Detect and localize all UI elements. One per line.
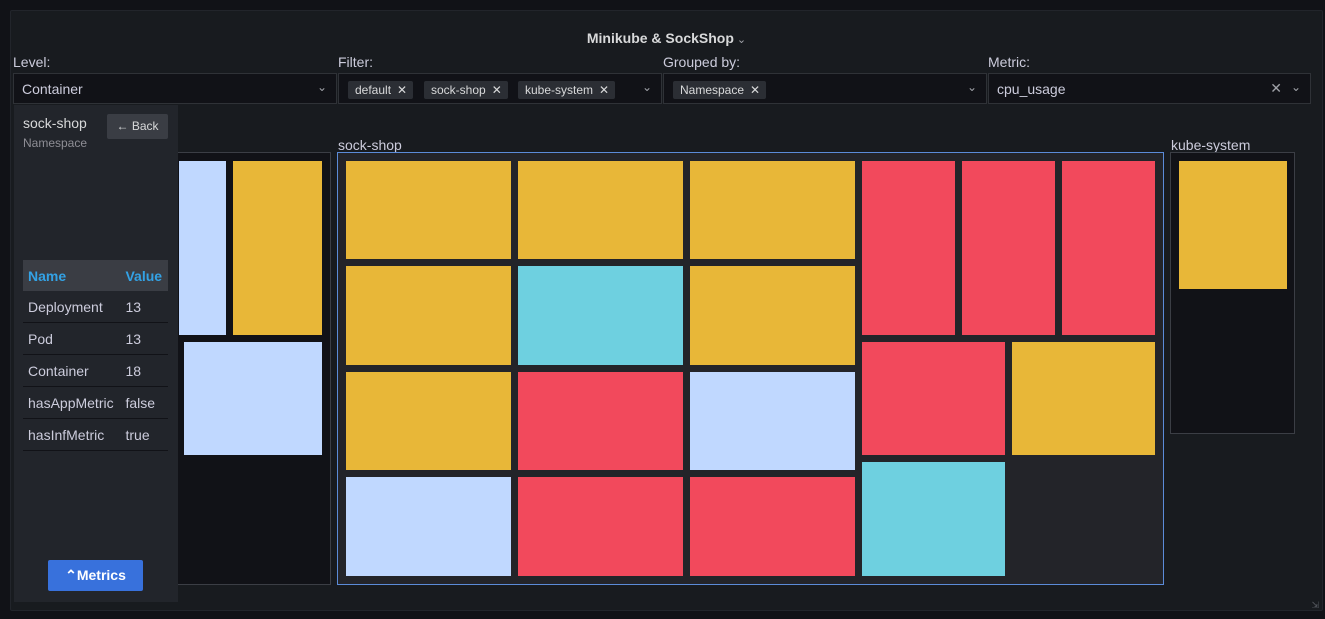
container-cell[interactable] [184,342,322,455]
metric-select[interactable]: cpu_usage ✕ ⌄ [988,73,1311,104]
row-name: Pod [23,322,121,355]
row-value: 13 [120,322,168,355]
grouped-by-label: Grouped by: [663,54,741,70]
level-value: Container [22,81,83,97]
container-cell[interactable] [862,161,955,335]
close-icon[interactable]: ✕ [492,83,502,97]
container-cell[interactable] [690,161,855,259]
selected-node-name: sock-shop [23,115,87,131]
table-row: hasAppMetric false [23,386,168,419]
container-cell[interactable] [1179,161,1287,289]
selected-node-type: Namespace [23,136,88,150]
level-label: Level: [13,54,51,70]
table-row: Pod 13 [23,322,168,355]
grouped-by-chip[interactable]: Namespace ✕ [673,81,767,99]
table-row: hasInfMetric true [23,418,168,451]
container-cell[interactable] [346,266,511,365]
row-name: Deployment [23,291,121,323]
group-title-kube-system: kube-system [1171,137,1251,153]
container-cell[interactable] [1062,161,1155,335]
container-cell[interactable] [862,342,1005,455]
metric-label: Metric: [988,54,1030,70]
table-row: Container 18 [23,354,168,387]
close-icon[interactable]: ✕ [750,83,760,97]
filter-chip[interactable]: kube-system ✕ [518,81,616,99]
resize-handle-icon[interactable]: ⇲ [1311,600,1319,611]
row-value: false [120,386,168,419]
namespace-details-panel: sock-shop Namespace ← Back Name Value De… [14,105,178,602]
container-cell[interactable] [179,161,226,335]
filter-select[interactable]: default ✕ sock-shop ✕ kube-system ✕ ⌄ [338,73,662,104]
chevron-down-icon: ⌄ [1290,80,1301,94]
namespace-group-kube-system[interactable] [1170,152,1295,434]
level-select[interactable]: Container ⌄ [13,73,337,104]
container-cell[interactable] [518,266,683,365]
grouped-by-select[interactable]: Namespace ✕ ⌄ [663,73,987,104]
chevron-down-icon: ⌄ [966,80,977,94]
container-cell[interactable] [1012,342,1155,455]
filter-chip[interactable]: sock-shop ✕ [424,81,508,99]
container-cell[interactable] [346,161,511,259]
chevron-down-icon: ⌄ [641,80,652,94]
table-row: Deployment 13 [23,291,168,323]
container-cell[interactable] [862,462,1005,576]
clear-icon[interactable]: ✕ [1270,80,1282,97]
filter-chip-label: kube-system [525,83,594,97]
back-button[interactable]: ← Back [107,114,168,139]
container-cell[interactable] [518,372,683,470]
chevron-down-icon: ⌄ [736,34,747,46]
row-name: Container [23,354,121,387]
close-icon[interactable]: ✕ [397,83,407,97]
group-title-sock-shop: sock-shop [338,137,402,153]
filter-chip[interactable]: default ✕ [348,81,414,99]
chart-line-icon: ⌃ [65,567,77,583]
grouped-by-chip-label: Namespace [680,83,745,97]
chevron-down-icon: ⌄ [316,80,327,94]
container-cell[interactable] [690,372,855,470]
metrics-button-label: Metrics [76,567,126,583]
container-cell[interactable] [346,477,511,576]
row-name: hasInfMetric [23,418,121,451]
row-value: 18 [120,354,168,387]
panel-title-text: Minikube & SockShop [586,30,734,46]
properties-table: Name Value Deployment 13 Pod 13 Container 1… [23,260,168,451]
filter-label: Filter: [338,54,373,70]
container-cell[interactable] [690,266,855,365]
column-header-value: Value [120,260,168,291]
namespace-group-sock-shop[interactable] [337,152,1164,585]
container-cell[interactable] [962,161,1055,335]
close-icon[interactable]: ✕ [599,83,609,97]
container-cell[interactable] [518,477,683,576]
table-header-row: Name Value [23,260,168,291]
namespace-group-default[interactable] [170,152,331,585]
column-header-name: Name [23,260,121,291]
filter-chip-label: default [355,83,392,97]
row-value: true [120,418,168,451]
row-name: hasAppMetric [23,386,121,419]
panel-title[interactable]: Minikube & SockShop ⌄ [11,30,1322,46]
back-button-label: Back [131,119,159,133]
metric-value: cpu_usage [997,81,1066,97]
arrow-left-icon: ← [116,119,129,133]
container-cell[interactable] [690,477,855,576]
filter-chip-label: sock-shop [431,83,486,97]
container-cell[interactable] [346,372,511,470]
container-cell[interactable] [518,161,683,259]
row-value: 13 [120,291,168,323]
container-cell[interactable] [233,161,322,335]
metrics-button[interactable]: ⌃Metrics [48,560,143,591]
